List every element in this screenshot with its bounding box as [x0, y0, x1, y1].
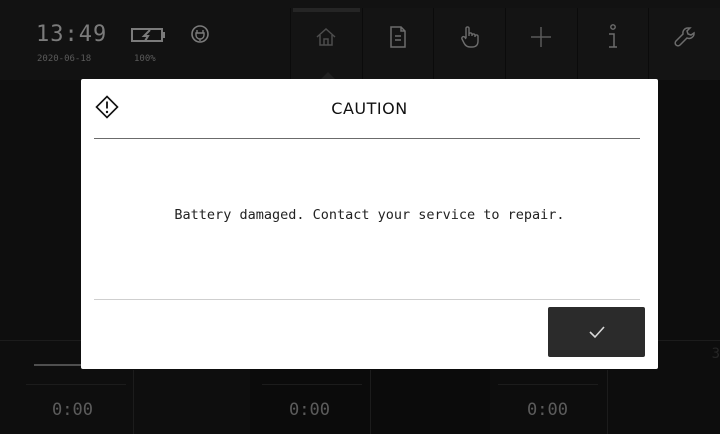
dialog-title: CAUTION — [331, 99, 408, 118]
confirm-button[interactable] — [548, 307, 645, 357]
footer-divider — [94, 299, 640, 300]
caution-dialog: CAUTION Battery damaged. Contact your se… — [81, 79, 658, 369]
title-divider — [94, 138, 640, 139]
checkmark-icon — [588, 326, 605, 339]
dialog-message: Battery damaged. Contact your service to… — [174, 207, 565, 223]
